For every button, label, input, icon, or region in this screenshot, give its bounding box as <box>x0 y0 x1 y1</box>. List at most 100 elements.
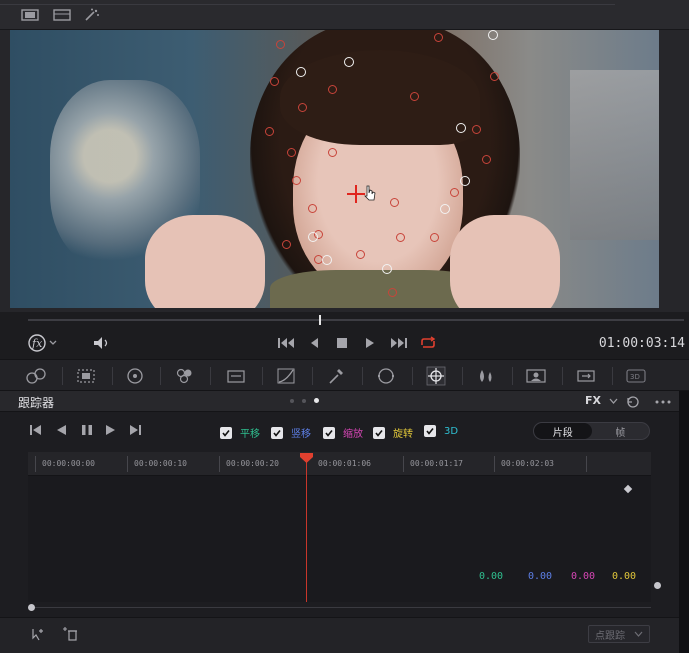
delete-track-point-icon[interactable] <box>60 626 80 642</box>
horizontal-zoom-knob[interactable] <box>28 604 35 611</box>
track-point[interactable] <box>282 240 291 249</box>
blur-icon[interactable] <box>466 364 506 388</box>
track-center-crosshair[interactable] <box>347 185 365 203</box>
qualifier-icon[interactable] <box>316 364 356 388</box>
3d-label: 3D <box>444 425 459 437</box>
track-point[interactable] <box>322 255 332 265</box>
ruler-label: 00:00:02:03 <box>501 459 554 468</box>
frame-mode-button[interactable]: 帧 <box>592 423 650 439</box>
track-point[interactable] <box>296 67 306 77</box>
page-dot[interactable] <box>302 399 306 403</box>
playhead-marker-icon[interactable] <box>300 453 313 463</box>
video-viewer[interactable] <box>0 30 689 312</box>
track-point[interactable] <box>450 188 459 197</box>
sizing-icon[interactable] <box>566 364 606 388</box>
track-point[interactable] <box>472 125 481 134</box>
skip-to-start-icon[interactable] <box>276 334 296 352</box>
viewer-scrubber[interactable] <box>28 315 684 325</box>
dual-viewer-icon[interactable] <box>52 8 72 22</box>
page-dot-active[interactable] <box>314 398 319 403</box>
curves-icon[interactable] <box>266 364 306 388</box>
key-icon[interactable] <box>516 364 556 388</box>
viewer-timecode: 01:00:03:14 <box>598 336 685 351</box>
track-point[interactable] <box>388 288 397 297</box>
track-point[interactable] <box>396 233 405 242</box>
track-point[interactable] <box>287 148 296 157</box>
track-point[interactable] <box>308 232 318 242</box>
keyframe-marker[interactable] <box>623 484 633 494</box>
fx-mode-dropdown[interactable]: FX <box>585 394 618 407</box>
rgb-mixer-icon[interactable] <box>165 364 205 388</box>
zoom-value: 0.00 <box>571 571 596 582</box>
track-point[interactable] <box>382 264 392 274</box>
track-point[interactable] <box>440 204 450 214</box>
3d-icon[interactable]: 3D <box>616 364 656 388</box>
horizontal-zoom-slider[interactable] <box>28 604 651 612</box>
tilt-value: 0.00 <box>528 571 553 582</box>
track-point[interactable] <box>410 92 419 101</box>
graph-playhead-line[interactable] <box>306 458 307 602</box>
track-point[interactable] <box>328 85 337 94</box>
magic-wand-icon[interactable] <box>82 8 102 22</box>
track-point[interactable] <box>344 57 354 67</box>
primary-wheel-icon[interactable] <box>115 364 155 388</box>
fx-icon[interactable]: fx <box>26 334 60 352</box>
speaker-icon[interactable] <box>92 334 112 352</box>
track-point[interactable] <box>356 250 365 259</box>
track-point[interactable] <box>488 30 498 40</box>
track-point[interactable] <box>265 127 274 136</box>
play-icon[interactable] <box>362 334 378 352</box>
track-point[interactable] <box>390 198 399 207</box>
single-viewer-icon[interactable] <box>20 8 40 22</box>
video-frame[interactable] <box>10 30 659 308</box>
reset-icon[interactable] <box>624 393 642 410</box>
ruler-tick <box>403 456 404 472</box>
stop-icon[interactable] <box>334 334 350 352</box>
scrubber-playhead[interactable] <box>319 315 321 325</box>
track-point[interactable] <box>482 155 491 164</box>
toolbar-separator <box>412 367 413 385</box>
tracker-mode-dropdown[interactable]: 点跟踪 <box>588 625 650 643</box>
clip-mode-button[interactable]: 片段 <box>534 423 592 439</box>
track-point[interactable] <box>328 148 337 157</box>
tracker-icon[interactable] <box>416 364 456 388</box>
add-track-point-icon[interactable] <box>28 626 48 642</box>
ruler-tick <box>219 456 220 472</box>
tilt-checkbox[interactable]: 竖移 <box>271 425 311 440</box>
page-dots[interactable] <box>290 398 319 403</box>
track-point[interactable] <box>308 204 317 213</box>
track-point[interactable] <box>456 123 466 133</box>
color-wheels-icon[interactable] <box>16 364 56 388</box>
track-to-start-icon[interactable] <box>28 422 44 438</box>
curves-grid-icon[interactable] <box>66 364 106 388</box>
clip-frame-toggle[interactable]: 片段 帧 <box>533 422 650 440</box>
rotate-checkbox[interactable]: 旋转 <box>373 425 413 440</box>
vertical-zoom-knob[interactable] <box>654 582 661 589</box>
track-forward-icon[interactable] <box>103 422 119 438</box>
checkbox-checked-icon <box>373 426 385 439</box>
track-point[interactable] <box>298 103 307 112</box>
track-point[interactable] <box>430 233 439 242</box>
page-dot[interactable] <box>290 399 294 403</box>
motion-icon[interactable] <box>216 364 256 388</box>
pan-checkbox[interactable]: 平移 <box>220 425 260 440</box>
tracker-graph[interactable]: 00:00:00:00 00:00:00:10 00:00:00:20 00:0… <box>28 452 651 602</box>
pause-icon[interactable] <box>79 422 95 438</box>
more-options-icon[interactable] <box>654 393 672 410</box>
track-point[interactable] <box>490 72 499 81</box>
window-icon[interactable] <box>366 364 406 388</box>
vertical-zoom-slider[interactable] <box>653 452 661 602</box>
track-point[interactable] <box>270 77 279 86</box>
zoom-checkbox[interactable]: 缩放 <box>323 425 363 440</box>
track-to-end-icon[interactable] <box>127 422 143 438</box>
track-reverse-icon[interactable] <box>53 422 69 438</box>
track-point[interactable] <box>292 176 301 185</box>
3d-checkbox[interactable]: 3D <box>424 425 458 437</box>
track-point[interactable] <box>276 40 285 49</box>
step-back-icon[interactable] <box>306 334 322 352</box>
timecode-ruler[interactable]: 00:00:00:00 00:00:00:10 00:00:00:20 00:0… <box>28 452 651 476</box>
track-point[interactable] <box>460 176 470 186</box>
loop-icon[interactable] <box>418 334 438 352</box>
track-point[interactable] <box>434 33 443 42</box>
skip-to-end-icon[interactable] <box>388 334 410 352</box>
